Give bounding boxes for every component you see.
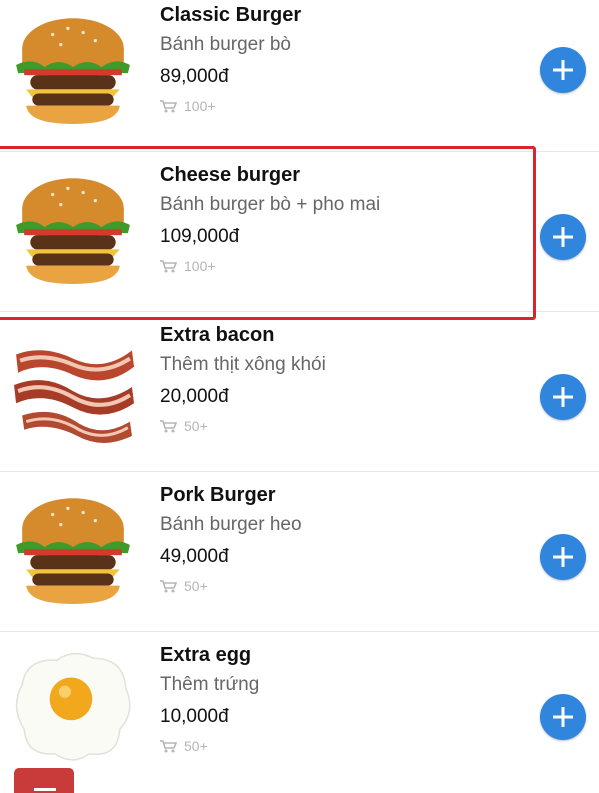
sold-count: 50+ — [160, 418, 208, 434]
item-description: Thêm trứng — [160, 674, 260, 695]
item-description: Bánh burger heo — [160, 514, 302, 535]
add-to-cart-button[interactable] — [540, 374, 586, 420]
burger-image — [16, 18, 130, 124]
list-item[interactable]: Pork Burger Bánh burger heo 49,000đ 50+ — [0, 472, 599, 632]
item-name: Pork Burger — [160, 484, 276, 506]
burger-image — [16, 178, 130, 284]
sold-count-value: 50+ — [184, 578, 208, 594]
burger-image — [16, 498, 130, 604]
item-name: Extra egg — [160, 644, 252, 666]
shopping-cart-icon — [160, 99, 177, 112]
item-price: 49,000đ — [160, 546, 229, 567]
add-to-cart-button[interactable] — [540, 214, 586, 260]
item-name: Extra bacon — [160, 324, 275, 346]
plus-icon — [553, 60, 573, 80]
shopping-cart-icon — [160, 259, 177, 272]
shopping-cart-icon — [160, 419, 177, 432]
plus-icon — [553, 227, 573, 247]
item-price: 89,000đ — [160, 66, 229, 87]
list-item[interactable]: Extra bacon Thêm thịt xông khói 20,000đ … — [0, 312, 599, 472]
plus-icon — [553, 707, 573, 727]
item-description: Bánh burger bò — [160, 34, 291, 55]
sold-count-value: 50+ — [184, 738, 208, 754]
shopping-cart-icon — [160, 739, 177, 752]
add-to-cart-button[interactable] — [540, 534, 586, 580]
item-description: Bánh burger bò + pho mai — [160, 194, 381, 215]
sold-count-value: 100+ — [184, 98, 216, 114]
sold-count: 100+ — [160, 98, 216, 114]
list-item[interactable]: Extra egg Thêm trứng 10,000đ 50+ — [0, 632, 599, 792]
fried-egg-image — [15, 652, 131, 761]
item-price: 10,000đ — [160, 706, 229, 727]
sold-count-value: 100+ — [184, 258, 216, 274]
shopping-cart-icon — [160, 579, 177, 592]
item-price: 20,000đ — [160, 386, 229, 407]
plus-icon — [553, 387, 573, 407]
item-description: Thêm thịt xông khói — [160, 354, 326, 375]
bacon-image — [14, 350, 134, 443]
item-name: Cheese burger — [160, 164, 301, 186]
sold-count: 50+ — [160, 738, 208, 754]
item-name: Classic Burger — [160, 4, 302, 26]
menu-list: Classic Burger Bánh burger bò 89,000đ 10… — [0, 0, 599, 793]
list-item[interactable]: Classic Burger Bánh burger bò 89,000đ 10… — [0, 0, 599, 152]
item-price: 109,000đ — [160, 226, 240, 247]
sold-count-value: 50+ — [184, 418, 208, 434]
list-item-selected[interactable]: Cheese burger Bánh burger bò + pho mai 1… — [0, 152, 599, 312]
add-to-cart-button[interactable] — [540, 694, 586, 740]
minus-icon — [34, 788, 56, 791]
menu-fab-button[interactable] — [14, 768, 74, 793]
sold-count: 100+ — [160, 258, 216, 274]
sold-count: 50+ — [160, 578, 208, 594]
plus-icon — [553, 547, 573, 567]
add-to-cart-button[interactable] — [540, 47, 586, 93]
